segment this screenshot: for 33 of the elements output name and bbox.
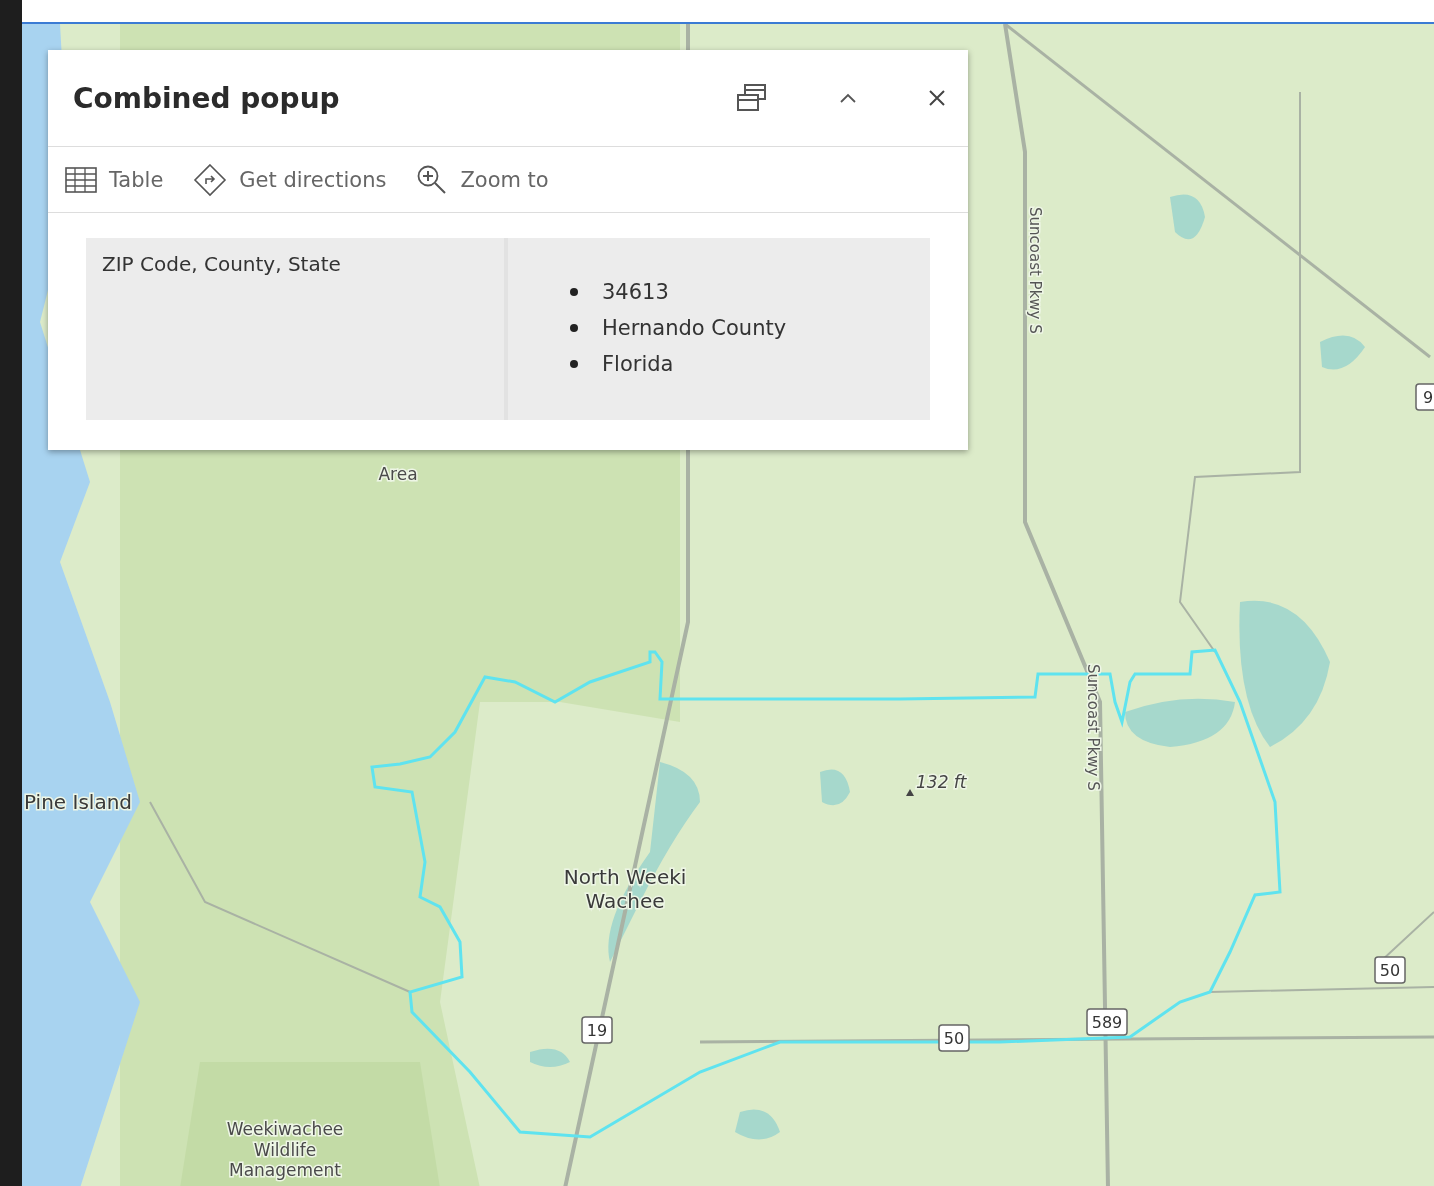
place-label: North Weeki Wachee bbox=[563, 865, 687, 914]
field-label: ZIP Code, County, State bbox=[86, 238, 508, 420]
field-value: Hernando County bbox=[602, 315, 787, 342]
directions-button[interactable]: Get directions bbox=[193, 162, 387, 197]
close-icon bbox=[928, 89, 946, 107]
route-shield: 9 bbox=[1415, 383, 1434, 411]
lake bbox=[820, 769, 850, 806]
area-label: Area bbox=[378, 464, 418, 484]
lake bbox=[1170, 194, 1205, 240]
caret-icon bbox=[838, 92, 858, 104]
table-icon bbox=[65, 166, 97, 193]
zoom-to-button[interactable]: Zoom to bbox=[416, 163, 549, 196]
route-shield: 19 bbox=[581, 1016, 613, 1044]
route-shield: 50 bbox=[938, 1024, 970, 1052]
road-label: Suncoast Pkwy S bbox=[1084, 664, 1102, 791]
place-label: Pine Island bbox=[24, 790, 133, 814]
table-button[interactable]: Table bbox=[65, 166, 164, 193]
popup-title: Combined popup bbox=[73, 81, 341, 115]
lake bbox=[1320, 335, 1365, 370]
route-shield: 50 bbox=[1374, 956, 1406, 984]
directions-icon bbox=[193, 162, 228, 197]
field-value: Florida bbox=[602, 351, 674, 378]
field-value: 34613 bbox=[602, 279, 669, 306]
lake bbox=[735, 1109, 780, 1140]
summit-icon bbox=[906, 789, 914, 796]
bullet-icon bbox=[570, 288, 578, 296]
bullet-icon bbox=[570, 360, 578, 368]
bullet-icon bbox=[570, 324, 578, 332]
lake bbox=[530, 1048, 570, 1067]
area-label: Weekiwachee Wildlife Management bbox=[226, 1119, 344, 1181]
route-shield: 589 bbox=[1086, 1008, 1128, 1036]
road-label: Suncoast Pkwy S bbox=[1026, 207, 1044, 334]
elevation-label: 132 ft bbox=[916, 772, 967, 792]
